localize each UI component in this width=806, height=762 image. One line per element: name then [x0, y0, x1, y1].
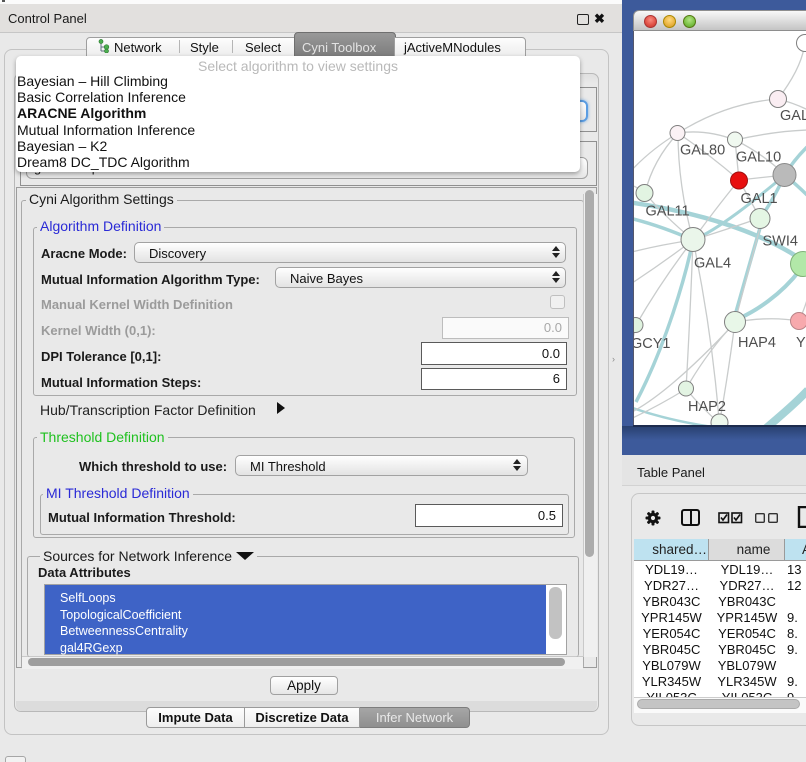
- svg-text:HAP4: HAP4: [738, 335, 776, 351]
- svg-text:GAL80: GAL80: [680, 143, 725, 159]
- svg-text:Y: Y: [796, 335, 806, 351]
- svg-text:SWI4: SWI4: [763, 234, 798, 250]
- svg-text:GAL10: GAL10: [736, 150, 781, 166]
- svg-text:GAL4: GAL4: [694, 256, 731, 272]
- svg-text:GAL1: GAL1: [741, 191, 778, 207]
- svg-text:GAL11: GAL11: [646, 204, 690, 220]
- svg-text:GAL: GAL: [780, 108, 806, 124]
- svg-text:GCY1: GCY1: [634, 336, 671, 352]
- svg-text:HAP2: HAP2: [688, 399, 726, 415]
